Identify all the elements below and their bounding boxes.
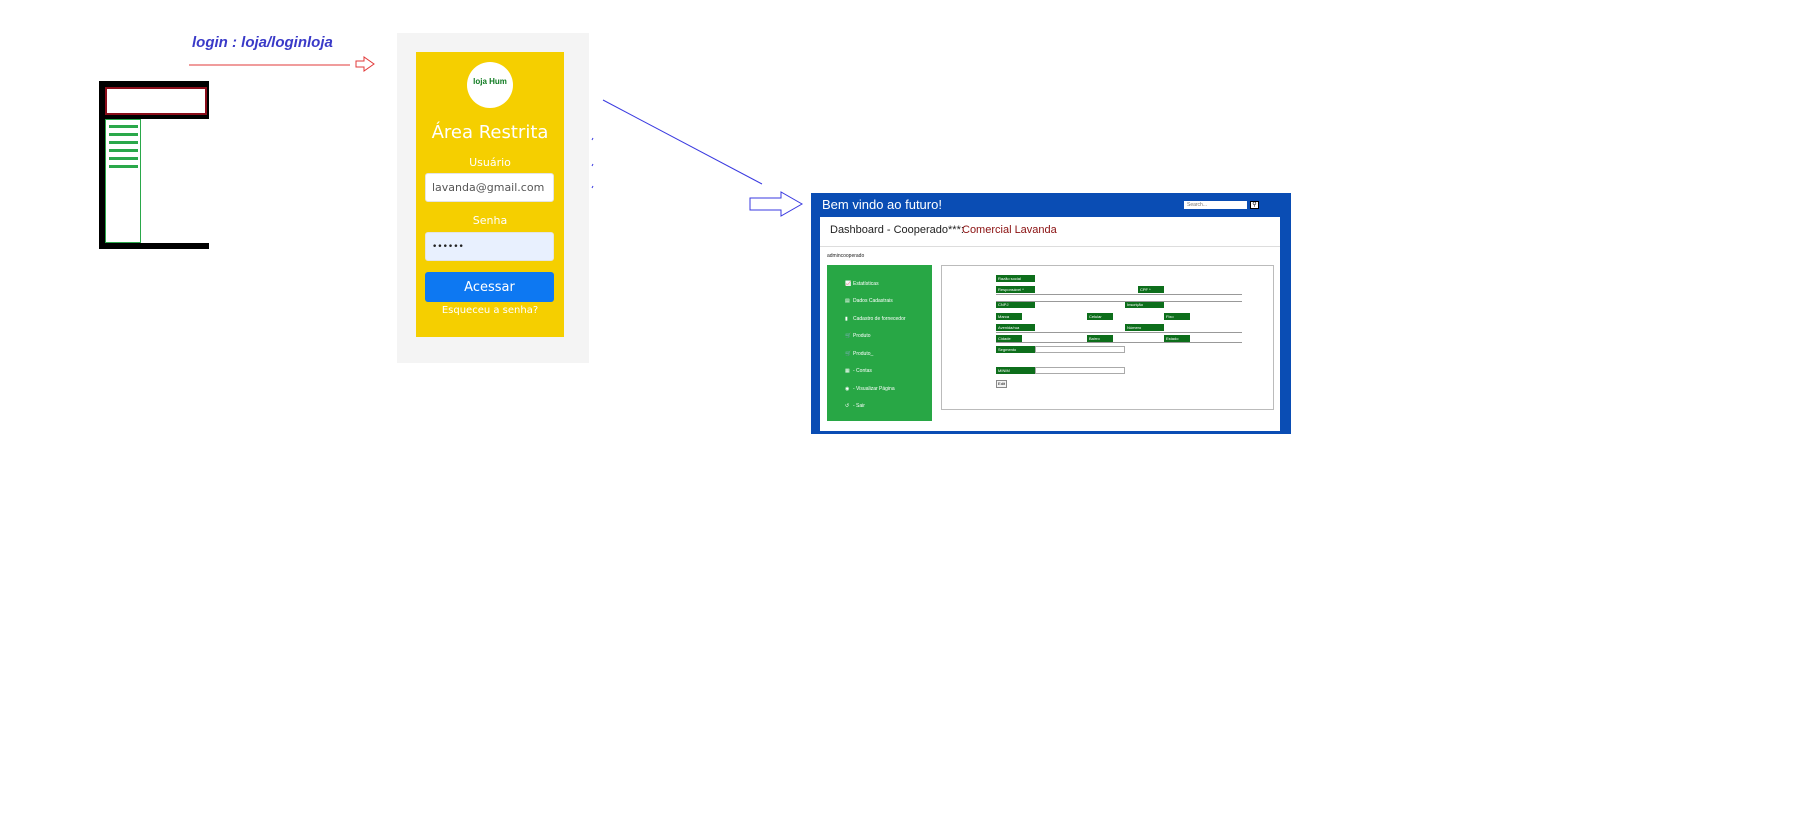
field-label: Número [1125,324,1164,331]
sidebar-item-estatisticas[interactable]: 📈 Estatísticas [845,281,879,287]
flow-tick-2 [591,163,594,167]
field-label: Inscrição [1125,301,1164,308]
field-input[interactable] [996,342,1242,343]
bar-chart-icon: ▮ [845,316,848,322]
username-input[interactable] [425,173,554,202]
field-label: Bairro [1087,335,1113,342]
field-label: Fixo [1164,313,1190,320]
field-label: CNPJ [996,301,1035,308]
flow-tick-3 [591,185,594,189]
chart-icon: 📈 [845,281,852,287]
wireframe-menu-line [109,149,138,152]
field-label: Celular [1087,313,1113,320]
wireframe-menu-line [109,125,138,128]
cart-icon: 🛒 [845,351,852,357]
field-label: Avenida/rua [996,324,1035,331]
field-label: Razão social [996,275,1035,282]
field-input[interactable] [1035,367,1125,374]
sidebar-item-fornecedor[interactable]: ▮ Cadastro de fornecedor [845,316,906,322]
cart-icon: 🛒 [845,333,852,339]
field-label: Estado [1164,335,1190,342]
sidebar-item-contas[interactable]: ▦ - Contas [845,368,872,374]
wireframe-header [105,87,207,115]
wireframe-menu-line [109,157,138,160]
wireframe-menu-line [109,133,138,136]
login-button[interactable]: Acessar [425,272,554,302]
field-label: Responsável * [996,286,1035,293]
flow-arrow-icon [749,191,804,217]
wireframe-menu-line [109,165,138,168]
sidebar-item-produto[interactable]: 🛒 Produto [845,333,871,339]
sidebar-item-visualizar[interactable]: ◉ - Visualizar Página [845,386,895,392]
wireframe-sidebar [105,119,141,243]
sidebar-item-produto-2[interactable]: 🛒 Produto_ [845,351,873,357]
card-icon: ▤ [845,298,850,304]
password-input[interactable] [425,232,554,261]
edit-button[interactable]: Edit [996,380,1007,388]
field-input[interactable] [1035,346,1125,353]
undo-icon: ↺ [845,403,850,409]
field-input[interactable] [996,301,1242,302]
search-icon[interactable]: ⚲ [1250,201,1259,209]
username-label: Usuário [469,156,511,169]
login-title: Área Restrita [431,122,549,143]
eye-icon: ◉ [845,386,850,392]
sidebar-item-dados[interactable]: ▤ Dados Cadastrais [845,298,893,304]
search-input[interactable] [1184,201,1247,209]
route-arrow-icon [355,56,375,72]
field-label: Cidade [996,335,1022,342]
field-label: CPF * [1138,286,1164,293]
sidebar-menu [827,265,932,421]
dashboard-title: Dashboard - Cooperado***: [830,224,964,236]
flow-tick-1 [591,137,594,141]
sidebar-item-sair[interactable]: ↺ - Sair [845,403,865,409]
logo-text: loja Hum [473,77,507,86]
flow-line [602,99,763,185]
field-input[interactable] [996,294,1242,295]
forgot-password-link[interactable]: Esqueceu a senha? [416,305,564,316]
store-name: Comercial Lavanda [962,224,1057,236]
wireframe-menu-line [109,141,138,144]
welcome-text: Bem vindo ao futuro! [822,197,942,212]
field-input[interactable] [996,332,1242,333]
password-label: Senha [472,214,508,227]
calculator-icon: ▦ [845,368,850,374]
user-name: admincooperado [827,253,865,259]
field-label: Segmento [996,346,1035,353]
field-label: MINIM [996,367,1035,374]
field-label: Marca [996,313,1022,320]
